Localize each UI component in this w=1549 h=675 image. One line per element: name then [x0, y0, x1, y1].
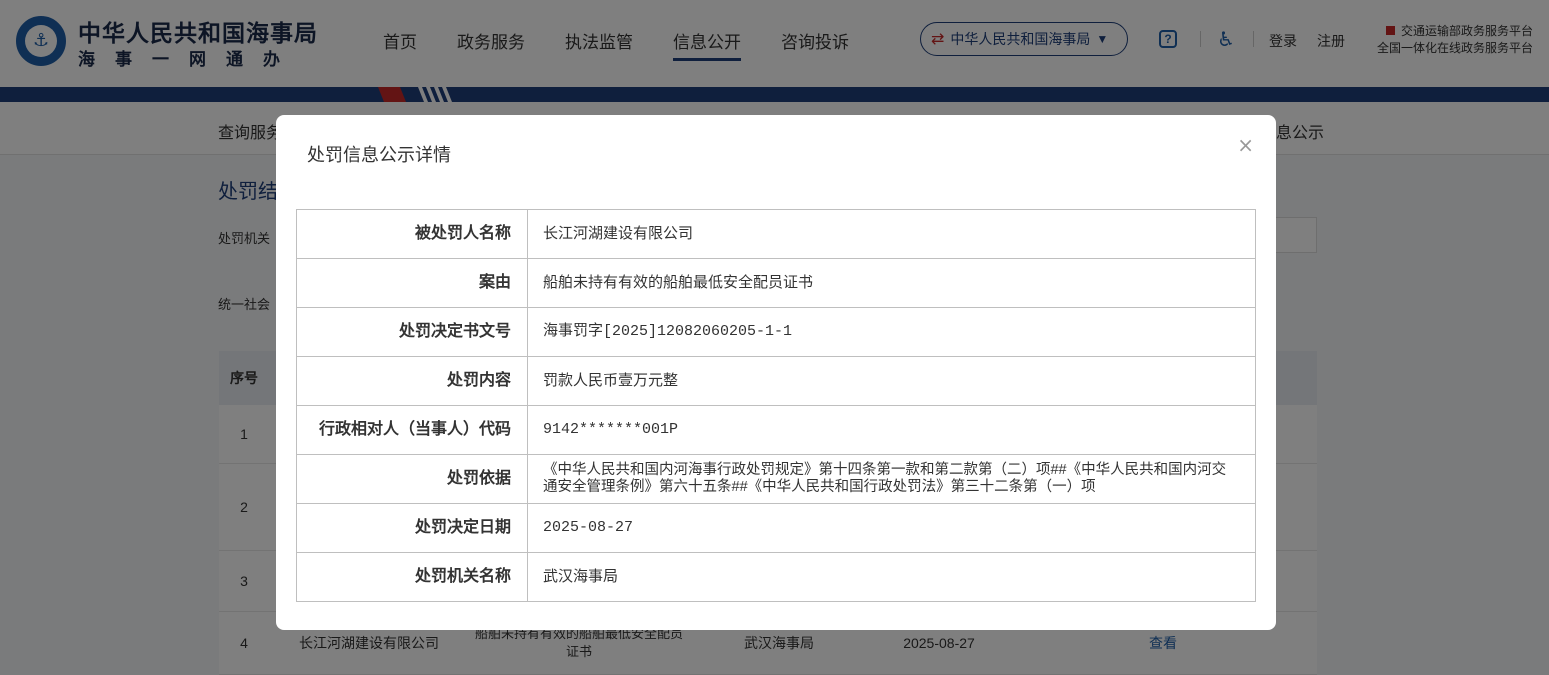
detail-table: 被处罚人名称 长江河湖建设有限公司 案由 船舶未持有有效的船舶最低安全配员证书 …	[296, 209, 1256, 602]
modal-title: 处罚信息公示详情	[307, 145, 451, 165]
field-value: 罚款人民币壹万元整	[527, 356, 1256, 406]
detail-row: 处罚决定日期 2025-08-27	[296, 503, 1256, 553]
field-value: 《中华人民共和国内河海事行政处罚规定》第十四条第一款和第二款第（二）项##《中华…	[527, 454, 1256, 504]
detail-row: 处罚内容 罚款人民币壹万元整	[296, 356, 1256, 406]
field-value: 2025-08-27	[527, 503, 1256, 553]
detail-row: 案由 船舶未持有有效的船舶最低安全配员证书	[296, 258, 1256, 308]
field-label: 处罚机关名称	[296, 552, 528, 602]
field-value: 9142*******001P	[527, 405, 1256, 455]
field-label: 行政相对人（当事人）代码	[296, 405, 528, 455]
field-label: 处罚决定书文号	[296, 307, 528, 357]
close-icon[interactable]: ×	[1237, 133, 1254, 157]
field-label: 处罚依据	[296, 454, 528, 504]
field-value: 船舶未持有有效的船舶最低安全配员证书	[527, 258, 1256, 308]
detail-row: 处罚机关名称 武汉海事局	[296, 552, 1256, 602]
field-value: 武汉海事局	[527, 552, 1256, 602]
field-label: 案由	[296, 258, 528, 308]
detail-row: 被处罚人名称 长江河湖建设有限公司	[296, 209, 1256, 259]
field-value: 长江河湖建设有限公司	[527, 209, 1256, 259]
field-value: 海事罚字[2025]12082060205-1-1	[527, 307, 1256, 357]
detail-row: 处罚依据 《中华人民共和国内河海事行政处罚规定》第十四条第一款和第二款第（二）项…	[296, 454, 1256, 504]
field-label: 被处罚人名称	[296, 209, 528, 259]
field-label: 处罚决定日期	[296, 503, 528, 553]
detail-row: 处罚决定书文号 海事罚字[2025]12082060205-1-1	[296, 307, 1256, 357]
penalty-detail-modal: 处罚信息公示详情 × 被处罚人名称 长江河湖建设有限公司 案由 船舶未持有有效的…	[276, 115, 1276, 630]
detail-row: 行政相对人（当事人）代码 9142*******001P	[296, 405, 1256, 455]
field-label: 处罚内容	[296, 356, 528, 406]
